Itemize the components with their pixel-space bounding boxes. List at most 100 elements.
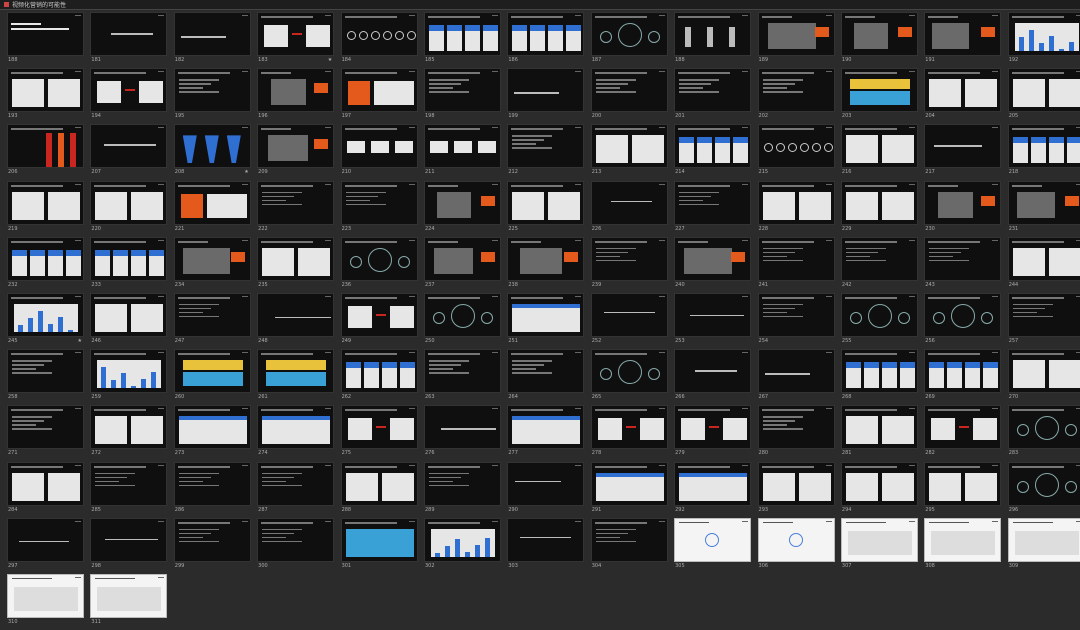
slide-thumbnail[interactable]: 189 [757, 12, 835, 68]
slide-thumbnail[interactable]: 242 [840, 236, 918, 293]
slide-thumbnail[interactable]: 302 [423, 517, 501, 574]
slide-thumbnail[interactable]: 191 [924, 12, 1002, 68]
slide-thumbnail[interactable]: 186 [507, 12, 585, 68]
slide-thumbnail[interactable]: 288 [340, 461, 418, 518]
slide-thumbnail[interactable]: 259 [90, 349, 168, 405]
slide-thumbnail[interactable]: 287 [257, 461, 335, 518]
slide-thumbnail[interactable]: 273 [173, 405, 251, 461]
slide-thumbnail[interactable]: 280 [757, 405, 835, 461]
slide-thumbnail[interactable]: 202 [757, 68, 835, 124]
slide-thumbnail[interactable]: 248 [257, 292, 335, 349]
slide-thumbnail[interactable]: 210 [340, 124, 418, 180]
slide-thumbnail[interactable]: 195 [173, 68, 251, 124]
slide-thumbnail[interactable]: 279 [674, 405, 752, 461]
slide-thumbnail[interactable]: 241 [757, 236, 835, 293]
slide-thumbnail[interactable]: 311 [90, 573, 168, 630]
slide-thumbnail[interactable]: 272 [90, 405, 168, 461]
slide-thumbnail[interactable]: 310 [7, 573, 84, 630]
slide-thumbnail[interactable]: 293 [757, 461, 835, 518]
slide-thumbnail[interactable]: 277 [507, 405, 585, 461]
slide-thumbnail[interactable]: 278 [590, 405, 668, 461]
slide-thumbnail[interactable]: 240 [674, 236, 752, 293]
slide-thumbnail[interactable]: 282 [924, 405, 1002, 461]
slide-thumbnail[interactable]: 187 [590, 12, 668, 68]
slide-thumbnail[interactable]: 219 [7, 180, 84, 237]
slide-thumbnail[interactable]: 217 [924, 124, 1002, 180]
slide-thumbnail[interactable]: 274 [257, 405, 335, 461]
slide-thumbnail[interactable]: 283 [1007, 405, 1080, 461]
slide-thumbnail[interactable]: 257 [1007, 292, 1080, 349]
slide-thumbnail[interactable]: 239 [590, 236, 668, 293]
slide-thumbnail[interactable]: 297 [7, 517, 84, 574]
slide-thumbnail[interactable]: 192 [1007, 12, 1080, 68]
slide-thumbnail[interactable]: 245 ★ [7, 292, 84, 349]
slide-thumbnail[interactable]: 306 [757, 517, 835, 574]
slide-thumbnail[interactable]: 308 [924, 517, 1002, 574]
slide-thumbnail[interactable]: 204 [924, 68, 1002, 124]
slide-thumbnail[interactable]: 236 [340, 236, 418, 293]
slide-thumbnail[interactable]: 212 [507, 124, 585, 180]
slide-thumbnail[interactable]: 182 [173, 12, 251, 68]
slide-thumbnail[interactable]: 227 [674, 180, 752, 237]
slide-thumbnail[interactable]: 211 [423, 124, 501, 180]
slide-thumbnail[interactable]: 232 [7, 236, 84, 293]
slide-thumbnail[interactable]: 208 ★ [173, 124, 251, 180]
slide-thumbnail[interactable]: 299 [173, 517, 251, 574]
slide-thumbnail[interactable]: 265 [590, 349, 668, 405]
slide-thumbnail[interactable]: 266 [674, 349, 752, 405]
slide-thumbnail[interactable]: 244 [1007, 236, 1080, 293]
slide-thumbnail[interactable]: 199 [507, 68, 585, 124]
slide-thumbnail[interactable]: 294 [840, 461, 918, 518]
slide-thumbnail[interactable]: 201 [674, 68, 752, 124]
slide-thumbnail[interactable]: 281 [840, 405, 918, 461]
slide-thumbnail[interactable]: 231 [1007, 180, 1080, 237]
slide-thumbnail[interactable]: 307 [840, 517, 918, 574]
slide-thumbnail[interactable]: 223 [340, 180, 418, 237]
slide-thumbnail[interactable]: 254 [757, 292, 835, 349]
slide-thumbnail[interactable]: 206 [7, 124, 84, 180]
slide-thumbnail[interactable]: 216 [840, 124, 918, 180]
slide-thumbnail[interactable]: 251 [507, 292, 585, 349]
slide-thumbnail[interactable]: 209 [257, 124, 335, 180]
slide-thumbnail[interactable]: 215 [757, 124, 835, 180]
slide-thumbnail[interactable]: 224 [423, 180, 501, 237]
slide-thumbnail[interactable]: 193 [7, 68, 84, 124]
slide-thumbnail[interactable]: 188 [674, 12, 752, 68]
slide-thumbnail[interactable]: 303 [507, 517, 585, 574]
slide-thumbnail[interactable]: 256 [924, 292, 1002, 349]
slide-thumbnail[interactable]: 181 [90, 12, 168, 68]
slide-thumbnail[interactable]: 235 [257, 236, 335, 293]
slide-thumbnail[interactable]: 184 [340, 12, 418, 68]
slide-thumbnail[interactable]: 250 [423, 292, 501, 349]
slide-thumbnail[interactable]: 207 [90, 124, 168, 180]
slide-thumbnail[interactable]: 286 [173, 461, 251, 518]
slide-thumbnail[interactable]: 262 [340, 349, 418, 405]
slide-thumbnail[interactable]: 190 [840, 12, 918, 68]
slide-thumbnail[interactable]: 260 [173, 349, 251, 405]
slide-thumbnail[interactable]: 255 [840, 292, 918, 349]
slide-thumbnail[interactable]: 309 [1007, 517, 1080, 574]
slide-thumbnail[interactable]: 253 [674, 292, 752, 349]
slide-thumbnail[interactable]: 197 [340, 68, 418, 124]
slide-thumbnail[interactable]: 221 [173, 180, 251, 237]
slide-thumbnail[interactable]: 267 [757, 349, 835, 405]
slide-thumbnail[interactable]: 229 [840, 180, 918, 237]
slide-thumbnail[interactable]: 198 [423, 68, 501, 124]
slide-thumbnail[interactable]: 301 [340, 517, 418, 574]
slide-thumbnail[interactable]: 196 [257, 68, 335, 124]
slide-thumbnail[interactable]: 285 [90, 461, 168, 518]
slide-thumbnail[interactable]: 246 [90, 292, 168, 349]
slide-thumbnail[interactable]: 292 [674, 461, 752, 518]
slide-thumbnail[interactable]: 261 [257, 349, 335, 405]
slide-thumbnail[interactable]: 188 [7, 12, 84, 68]
slide-thumbnail[interactable]: 226 [590, 180, 668, 237]
slide-thumbnail[interactable]: 247 [173, 292, 251, 349]
slide-thumbnail[interactable]: 225 [507, 180, 585, 237]
slide-thumbnail[interactable]: 234 [173, 236, 251, 293]
slide-thumbnail[interactable]: 252 [590, 292, 668, 349]
slide-thumbnail[interactable]: 269 [924, 349, 1002, 405]
slide-thumbnail[interactable]: 183 ★ [257, 12, 335, 68]
slide-thumbnail[interactable]: 264 [507, 349, 585, 405]
slide-thumbnail[interactable]: 295 [924, 461, 1002, 518]
slide-thumbnail[interactable]: 304 [590, 517, 668, 574]
